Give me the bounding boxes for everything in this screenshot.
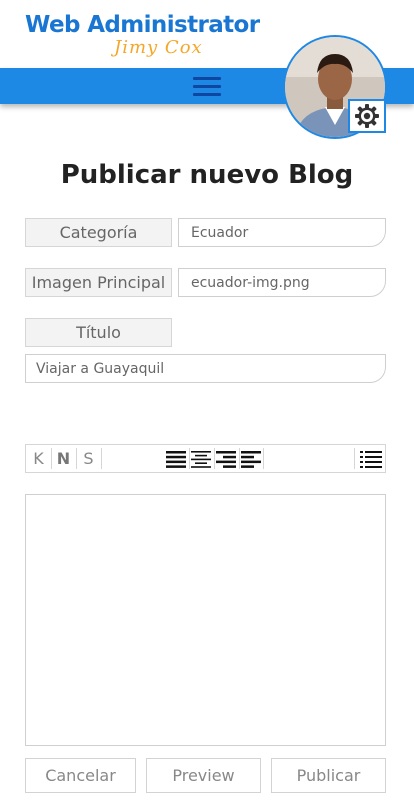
italic-button[interactable]: K xyxy=(26,445,51,472)
justify-icon[interactable] xyxy=(166,451,186,468)
bold-button[interactable]: N xyxy=(51,445,76,472)
underline-button[interactable]: S xyxy=(76,445,101,472)
align-left-icon[interactable] xyxy=(241,451,261,468)
hamburger-icon[interactable] xyxy=(193,77,221,97)
title-label: Título xyxy=(25,318,172,347)
preview-button[interactable]: Preview xyxy=(146,758,261,793)
category-label: Categoría xyxy=(25,218,172,247)
gear-icon xyxy=(355,104,379,128)
page-title: Publicar nuevo Blog xyxy=(60,160,354,190)
list-icon[interactable] xyxy=(360,451,382,468)
publish-button[interactable]: Publicar xyxy=(271,758,386,793)
title-input[interactable]: Viajar a Guayaquil xyxy=(25,354,386,383)
logo-subtitle: Jimy Cox xyxy=(114,37,203,58)
settings-button[interactable] xyxy=(348,99,386,133)
category-input[interactable]: Ecuador xyxy=(178,218,386,247)
align-right-icon[interactable] xyxy=(216,451,236,468)
image-input[interactable]: ecuador-img.png xyxy=(178,268,386,297)
cancel-button[interactable]: Cancelar xyxy=(25,758,136,793)
editor-toolbar: K N S xyxy=(25,444,386,473)
logo-title: Web Administrator xyxy=(25,12,260,38)
content-editor[interactable] xyxy=(25,494,386,746)
image-label: Imagen Principal xyxy=(25,268,172,297)
align-center-icon[interactable] xyxy=(191,451,211,468)
